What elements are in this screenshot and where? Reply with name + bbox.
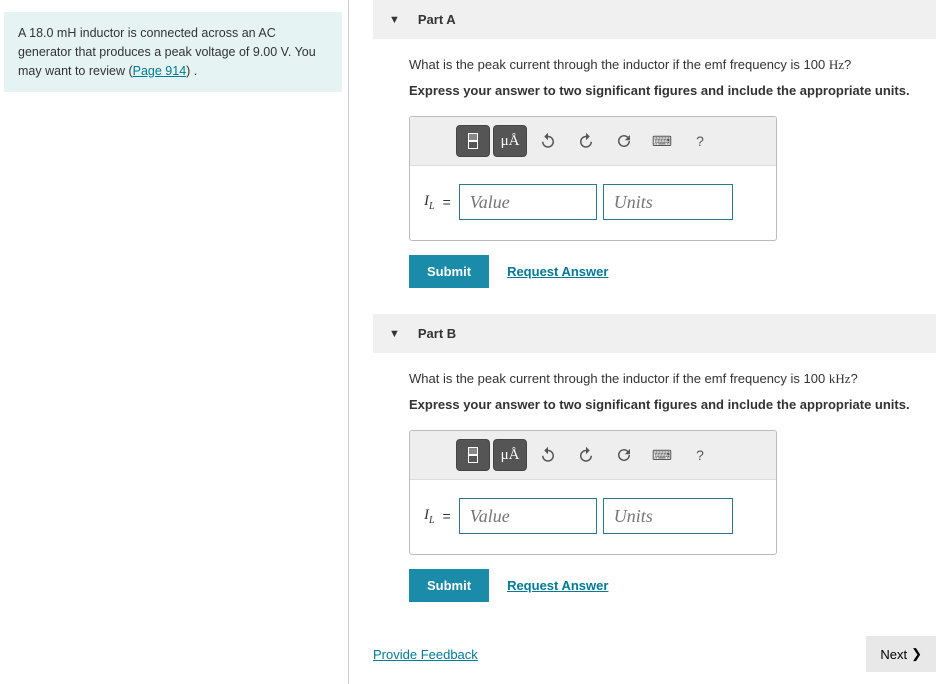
reset-icon <box>615 446 633 464</box>
undo-icon <box>539 132 557 150</box>
part-b-actions: Submit Request Answer <box>409 569 936 602</box>
help-icon: ? <box>696 133 704 149</box>
part-b-question: What is the peak current through the ind… <box>409 371 936 387</box>
next-label: Next <box>880 647 907 662</box>
part-b-units-input[interactable] <box>603 498 733 534</box>
redo-button[interactable] <box>569 439 603 471</box>
part-b-header[interactable]: ▼ Part B <box>373 314 936 353</box>
part-a-header[interactable]: ▼ Part A <box>373 0 936 39</box>
part-b-value-input[interactable] <box>459 498 597 534</box>
part-a-value-input[interactable] <box>459 184 597 220</box>
part-a-instruction: Express your answer to two significant f… <box>409 83 936 98</box>
part-b-body: What is the peak current through the ind… <box>373 371 936 602</box>
undo-button[interactable] <box>531 439 565 471</box>
part-a-answer-box: μÅ ⌨ <box>409 116 777 241</box>
keyboard-button[interactable]: ⌨ <box>645 439 679 471</box>
redo-button[interactable] <box>569 125 603 157</box>
undo-button[interactable] <box>531 125 565 157</box>
part-a-toolbar: μÅ ⌨ <box>410 117 776 166</box>
redo-icon <box>577 446 595 464</box>
collapse-arrow-icon: ▼ <box>389 328 400 340</box>
part-a-question: What is the peak current through the ind… <box>409 57 936 73</box>
part-b-instruction: Express your answer to two significant f… <box>409 397 936 412</box>
reset-button[interactable] <box>607 439 641 471</box>
fraction-tool-button[interactable] <box>456 125 490 157</box>
part-b-answer-box: μÅ ⌨ <box>409 430 777 555</box>
problem-statement: A 18.0 mH inductor is connected across a… <box>4 12 342 92</box>
page-reference-link[interactable]: Page 914 <box>133 64 187 78</box>
next-button[interactable]: Next ❯ <box>866 636 936 672</box>
help-icon: ? <box>696 447 704 463</box>
reset-icon <box>615 132 633 150</box>
left-panel: A 18.0 mH inductor is connected across a… <box>0 0 348 684</box>
variable-label: IL <box>424 507 435 526</box>
part-b-submit-button[interactable]: Submit <box>409 569 489 602</box>
collapse-arrow-icon: ▼ <box>389 14 400 26</box>
part-b-request-answer-link[interactable]: Request Answer <box>507 578 608 593</box>
redo-icon <box>577 132 595 150</box>
part-b-title: Part B <box>418 326 456 341</box>
main-container: A 18.0 mH inductor is connected across a… <box>0 0 942 684</box>
part-b-toolbar: μÅ ⌨ <box>410 431 776 480</box>
fraction-icon <box>468 133 478 149</box>
part-a-answer-row: IL = <box>410 166 776 240</box>
part-a-actions: Submit Request Answer <box>409 255 936 288</box>
equals-sign: = <box>443 194 451 210</box>
special-char-button[interactable]: μÅ <box>493 125 527 157</box>
keyboard-icon: ⌨ <box>652 447 672 464</box>
mu-angstrom-icon: μÅ <box>501 133 520 150</box>
footer: Provide Feedback Next ❯ <box>373 628 936 684</box>
fraction-tool-button[interactable] <box>456 439 490 471</box>
part-a-title: Part A <box>418 12 456 27</box>
equals-sign: = <box>443 508 451 524</box>
keyboard-icon: ⌨ <box>652 133 672 150</box>
variable-label: IL <box>424 193 435 212</box>
undo-icon <box>539 446 557 464</box>
reset-button[interactable] <box>607 125 641 157</box>
provide-feedback-link[interactable]: Provide Feedback <box>373 647 478 662</box>
part-a-body: What is the peak current through the ind… <box>373 57 936 288</box>
fraction-icon <box>468 447 478 463</box>
part-a-submit-button[interactable]: Submit <box>409 255 489 288</box>
part-a-units-input[interactable] <box>603 184 733 220</box>
help-button[interactable]: ? <box>683 125 717 157</box>
mu-angstrom-icon: μÅ <box>501 447 520 464</box>
right-panel: ▼ Part A What is the peak current throug… <box>349 0 942 684</box>
part-b-answer-row: IL = <box>410 480 776 554</box>
part-a-request-answer-link[interactable]: Request Answer <box>507 264 608 279</box>
help-button[interactable]: ? <box>683 439 717 471</box>
special-char-button[interactable]: μÅ <box>493 439 527 471</box>
keyboard-button[interactable]: ⌨ <box>645 125 679 157</box>
chevron-right-icon: ❯ <box>911 646 922 662</box>
problem-text-after: ) . <box>186 64 197 78</box>
